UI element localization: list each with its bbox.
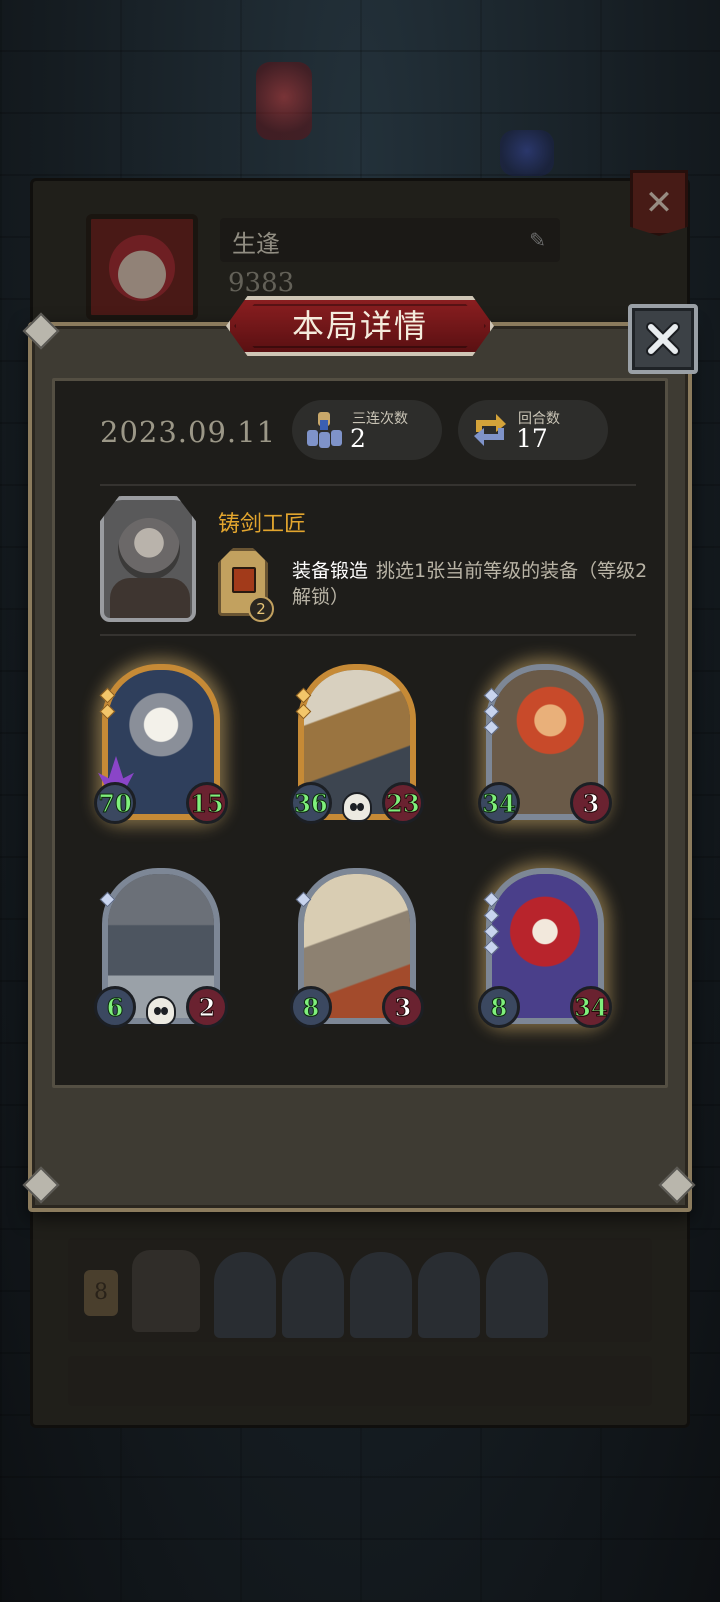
attack-value: 70 — [94, 782, 136, 824]
attack-value: 6 — [94, 986, 136, 1028]
health-value: 15 — [186, 782, 228, 824]
match-date: 2023.09.11 — [100, 415, 277, 449]
unit-card[interactable]: 8 34 — [478, 868, 612, 1028]
close-icon — [646, 322, 680, 356]
row-unit-portrait — [486, 1252, 548, 1338]
coin-count: 9383 — [228, 268, 295, 298]
round-count-stat: 回合数 17 — [458, 400, 608, 460]
skill-name: 装备锻造 — [292, 560, 369, 582]
player-name-field: 生逢 ✎ — [220, 218, 560, 262]
row-unit-portrait — [214, 1252, 276, 1338]
attack-value: 34 — [478, 782, 520, 824]
skill-level-badge: 2 — [248, 596, 274, 622]
modal-title: 本局详情 — [291, 307, 428, 345]
round-count-value: 17 — [516, 424, 548, 453]
skull-icon — [342, 792, 372, 822]
triple-count-value: 2 — [350, 424, 366, 453]
hero-body — [110, 578, 190, 618]
match-history-row — [68, 1356, 652, 1406]
row-unit-portrait — [282, 1252, 344, 1338]
match-history-list: 8 — [68, 1238, 652, 1420]
modal-close-button[interactable] — [628, 304, 698, 374]
health-value: 34 — [570, 986, 612, 1028]
row-unit-portrait — [350, 1252, 412, 1338]
hero-portrait[interactable] — [100, 496, 196, 622]
profile-close-button: ✕ — [630, 170, 688, 236]
unit-card[interactable]: 62 — [94, 868, 228, 1028]
hero-name: 铸剑工匠 — [218, 512, 307, 537]
skull-icon — [146, 996, 176, 1026]
skill-description: 装备锻造 挑选1张当前等级的装备（等级2解锁） — [292, 558, 652, 610]
row-hero-portrait — [132, 1250, 200, 1332]
hero-head — [118, 518, 180, 580]
health-value: 2 — [186, 986, 228, 1028]
health-value: 3 — [570, 782, 612, 824]
attack-value: 36 — [290, 782, 332, 824]
blue-lantern — [500, 130, 554, 176]
player-name: 生逢 — [232, 230, 280, 258]
unit-card[interactable]: 70 15 — [94, 664, 228, 824]
rounds-cycle-icon — [474, 414, 506, 446]
player-avatar — [86, 214, 198, 320]
health-value: 23 — [382, 782, 424, 824]
red-lantern — [256, 62, 312, 140]
row-unit-portrait — [418, 1252, 480, 1338]
edit-pencil-icon: ✎ — [529, 228, 546, 252]
triple-count-stat: 三连次数 2 — [292, 400, 442, 460]
section-divider — [100, 634, 636, 636]
match-history-row: 8 — [68, 1238, 652, 1342]
attack-value: 8 — [478, 986, 520, 1028]
health-value: 3 — [382, 986, 424, 1028]
attack-value: 8 — [290, 986, 332, 1028]
unit-card[interactable]: 83 — [290, 868, 424, 1028]
unit-card[interactable]: 34 3 — [478, 664, 612, 824]
avatar-face — [109, 235, 175, 301]
triple-units-icon — [307, 412, 342, 448]
unit-card[interactable]: 36 23 — [290, 664, 424, 824]
book-icon — [232, 567, 256, 593]
section-divider — [100, 484, 636, 486]
row-level-badge: 8 — [84, 1270, 118, 1316]
modal-title-banner: 本局详情 — [226, 296, 494, 356]
